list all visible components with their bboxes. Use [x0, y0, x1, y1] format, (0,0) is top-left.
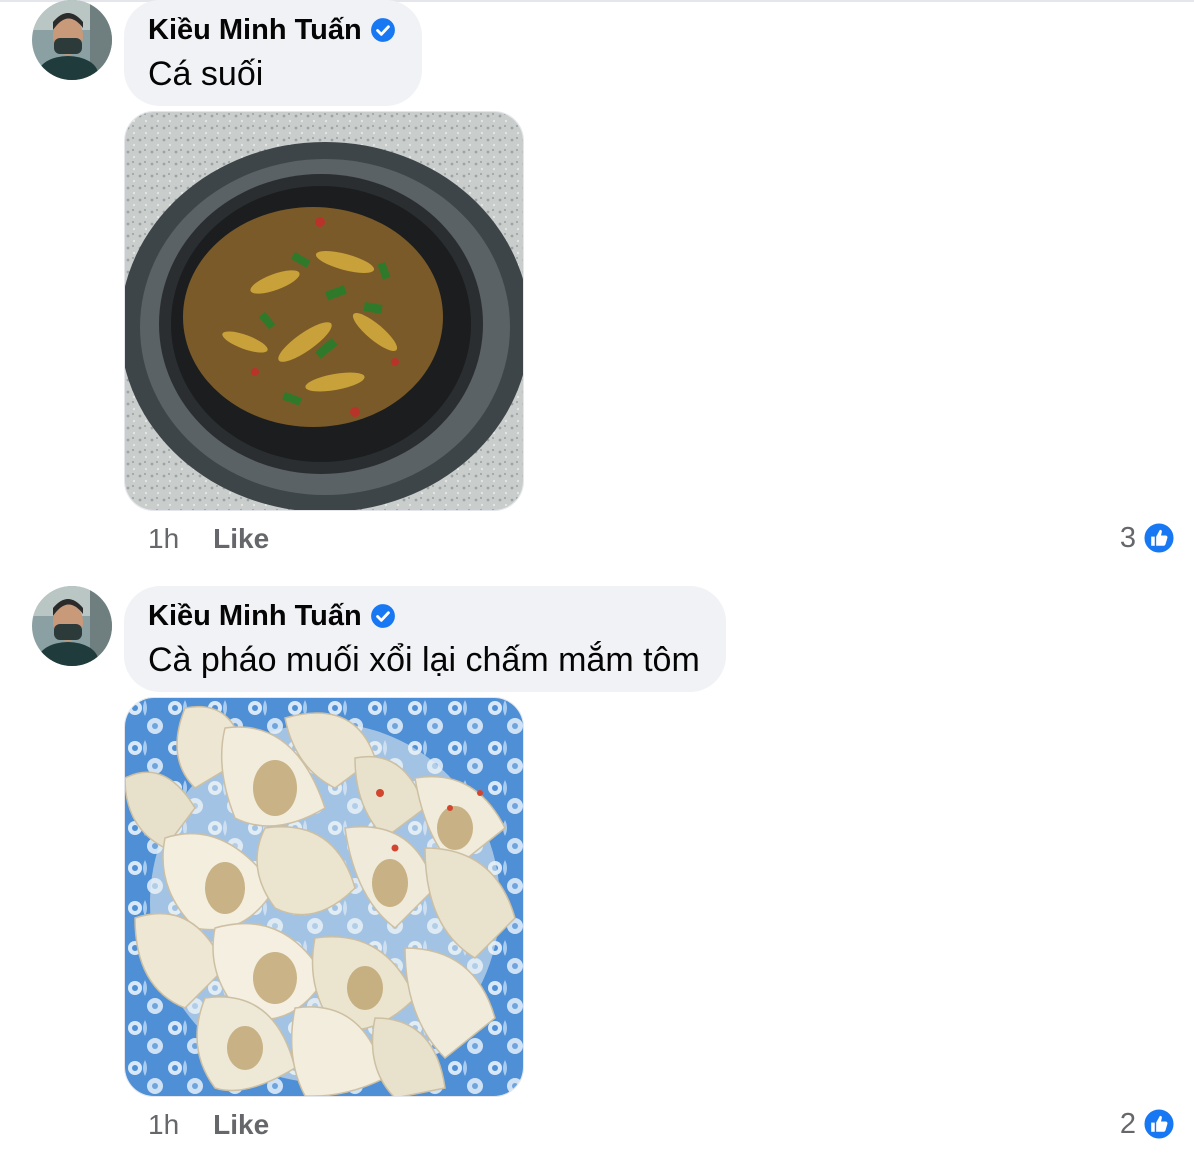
like-button[interactable]: Like [213, 1109, 269, 1141]
verified-badge-icon [370, 18, 395, 42]
comment: Kiều Minh Tuấn Cá suối 1h Like 3 [0, 0, 1194, 586]
comment-actions: 1h Like [148, 521, 269, 557]
reaction-summary[interactable]: 3 [1120, 518, 1176, 558]
reaction-count: 2 [1119, 1107, 1136, 1140]
like-reaction-icon [1142, 1107, 1176, 1141]
comment-actions: 1h Like [148, 1107, 269, 1143]
like-reaction-icon [1142, 521, 1176, 555]
comment-timestamp[interactable]: 1h [148, 523, 179, 555]
avatar[interactable] [32, 0, 112, 80]
comment-bubble: Kiều Minh Tuấn Cá suối [124, 0, 422, 106]
reaction-count: 3 [1119, 521, 1136, 554]
verified-badge-icon [370, 604, 395, 628]
comment-text: Cà pháo muối xổi lại chấm mắm tôm [148, 641, 700, 679]
author-name[interactable]: Kiều Minh Tuấn [148, 600, 362, 633]
comment-text: Cá suối [148, 55, 264, 93]
reaction-summary[interactable]: 2 [1120, 1104, 1176, 1144]
comment-photo[interactable] [124, 697, 524, 1097]
comment: Kiều Minh Tuấn Cà pháo muối xổi lại chấm… [0, 586, 1194, 1172]
comment-timestamp[interactable]: 1h [148, 1109, 179, 1141]
comment-photo[interactable] [124, 111, 524, 511]
author-name[interactable]: Kiều Minh Tuấn [148, 14, 362, 47]
avatar[interactable] [32, 586, 112, 666]
comment-bubble: Kiều Minh Tuấn Cà pháo muối xổi lại chấm… [124, 586, 726, 692]
like-button[interactable]: Like [213, 523, 269, 555]
